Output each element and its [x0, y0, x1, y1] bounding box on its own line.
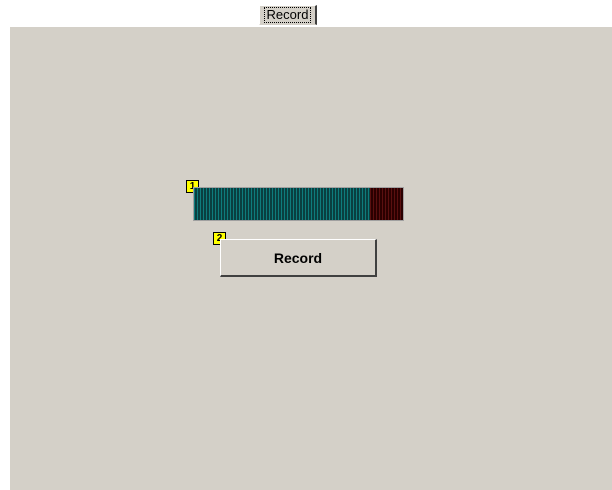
record-button[interactable]: Record: [220, 239, 377, 277]
record-panel: 1 2 Record: [10, 27, 612, 490]
level-meter-fill: [194, 188, 370, 220]
tab-record-label: Record: [263, 7, 312, 23]
tab-record[interactable]: Record: [259, 5, 317, 25]
level-meter: [193, 187, 404, 221]
level-meter-peak-zone: [369, 188, 403, 220]
